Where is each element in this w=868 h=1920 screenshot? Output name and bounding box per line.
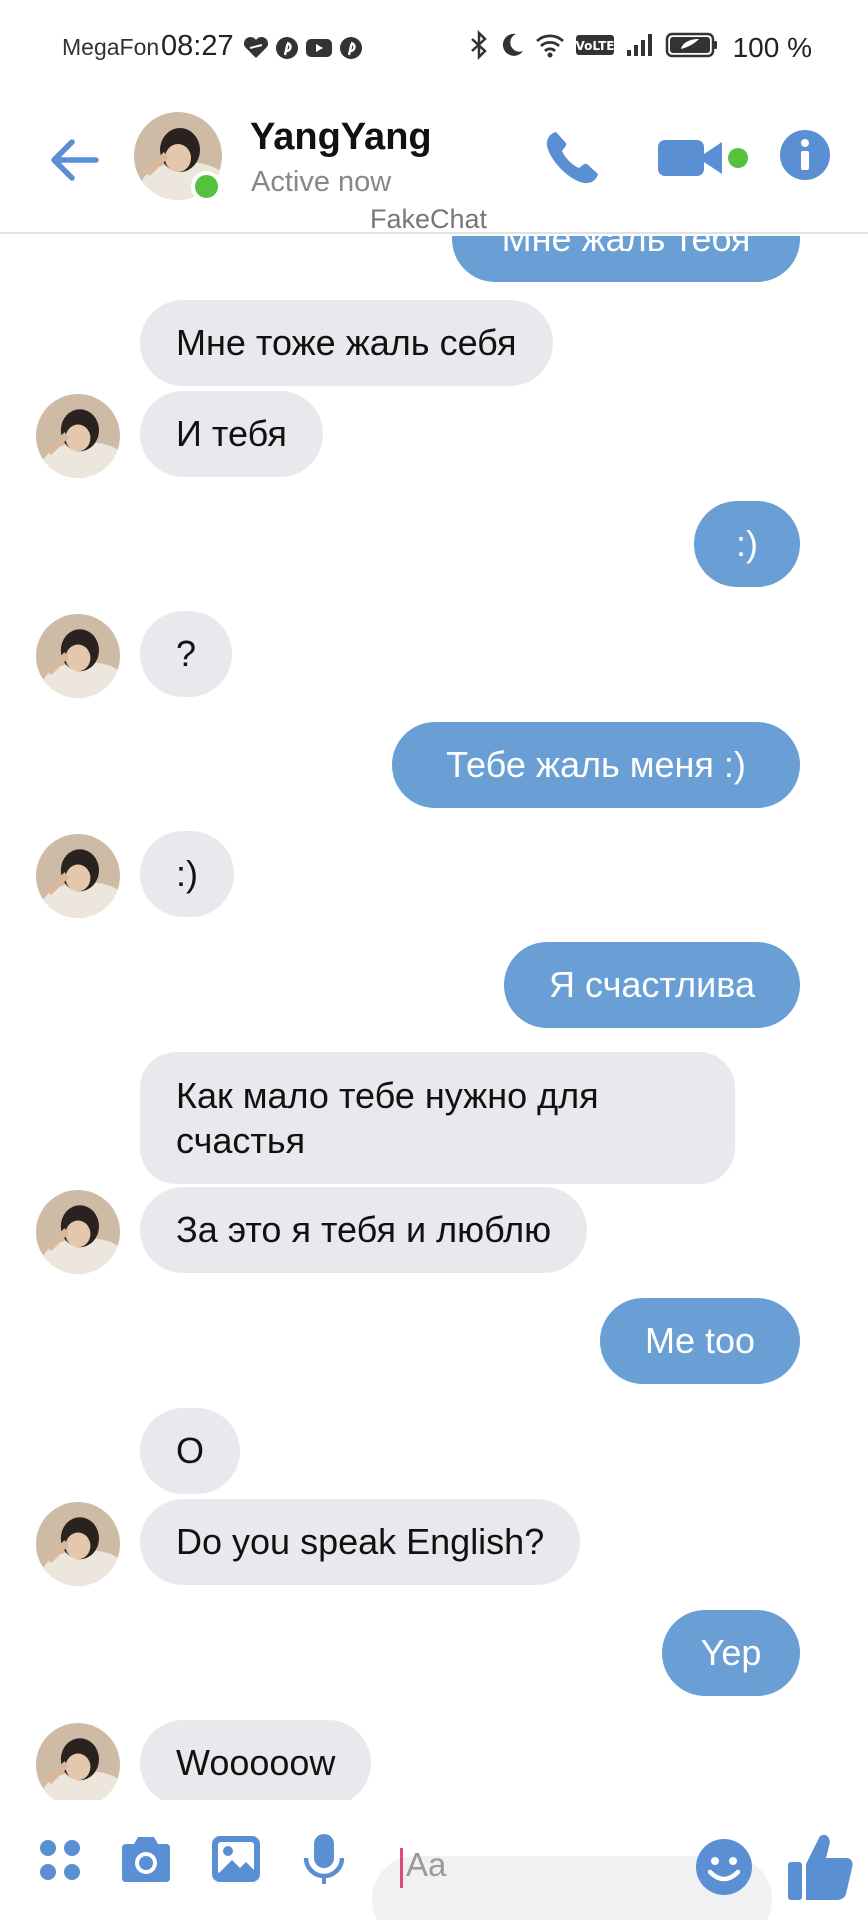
incoming-message[interactable]: За это я тебя и люблю bbox=[140, 1187, 588, 1273]
camera-icon bbox=[122, 1837, 170, 1882]
video-camera-icon bbox=[658, 140, 748, 176]
incoming-message[interactable]: Мне тоже жаль себя bbox=[140, 300, 553, 386]
gallery-button[interactable] bbox=[210, 1834, 262, 1889]
status-bar: MegaFon 08:27 VoLTE 100 % bbox=[0, 0, 868, 96]
outgoing-message[interactable]: :) bbox=[694, 501, 800, 587]
outgoing-message[interactable]: Я счастлива bbox=[504, 942, 800, 1028]
contact-name[interactable]: YangYang bbox=[250, 116, 432, 159]
outgoing-message[interactable]: Тебе жаль меня :) bbox=[392, 722, 800, 808]
pinterest-icon bbox=[275, 36, 299, 60]
incoming-message[interactable]: Wooooow bbox=[140, 1720, 372, 1800]
contact-avatar-small bbox=[36, 834, 120, 918]
info-icon bbox=[780, 130, 830, 180]
chat-screen: MegaFon 08:27 VoLTE 100 % YangYang Activ… bbox=[0, 0, 868, 1920]
bluetooth-icon bbox=[469, 29, 489, 65]
incoming-message[interactable]: Как мало тебе нужно для счастья bbox=[140, 1052, 735, 1184]
online-indicator bbox=[191, 171, 222, 202]
heart-icon bbox=[243, 36, 269, 60]
outgoing-message[interactable]: Yep bbox=[662, 1610, 800, 1696]
battery-percent: 100 % bbox=[732, 31, 812, 63]
carrier-label: MegaFon bbox=[62, 34, 160, 60]
chat-header: YangYang Active now FakeChat bbox=[0, 96, 868, 234]
camera-button[interactable] bbox=[118, 1834, 174, 1889]
incoming-message[interactable]: Do you speak English? bbox=[140, 1499, 581, 1585]
contact-avatar-small bbox=[36, 1723, 120, 1800]
like-button[interactable] bbox=[786, 1830, 856, 1907]
thumbs-up-icon bbox=[788, 1834, 853, 1900]
incoming-message[interactable]: O bbox=[140, 1408, 241, 1494]
watermark-label: FakeChat bbox=[370, 204, 488, 234]
info-button[interactable] bbox=[780, 130, 830, 180]
svg-text:VoLTE: VoLTE bbox=[575, 39, 614, 53]
image-icon bbox=[212, 1836, 260, 1882]
contact-avatar-small bbox=[36, 614, 120, 698]
voice-call-button[interactable] bbox=[542, 126, 604, 188]
outgoing-message[interactable]: Мне жаль тебя bbox=[452, 236, 800, 282]
microphone-icon bbox=[303, 1834, 345, 1884]
contact-avatar-small bbox=[36, 1502, 120, 1586]
wifi-icon bbox=[535, 31, 565, 64]
contact-avatar-small bbox=[36, 1190, 120, 1274]
moon-icon bbox=[499, 31, 525, 64]
notification-icons bbox=[243, 36, 363, 60]
video-call-button[interactable] bbox=[656, 134, 752, 184]
pinterest-icon bbox=[339, 36, 363, 60]
volte-icon: VoLTE bbox=[575, 33, 615, 62]
emoji-button[interactable] bbox=[695, 1838, 753, 1901]
battery-icon bbox=[665, 31, 719, 64]
system-icons: VoLTE 100 % bbox=[469, 29, 812, 65]
apps-icon bbox=[40, 1840, 80, 1880]
incoming-message[interactable]: ? bbox=[140, 611, 233, 697]
apps-button[interactable] bbox=[36, 1836, 84, 1889]
phone-icon bbox=[546, 132, 598, 184]
outgoing-message[interactable]: Me too bbox=[600, 1298, 800, 1384]
message-input-placeholder: Aa bbox=[406, 1846, 447, 1883]
signal-icon bbox=[625, 32, 655, 63]
contact-avatar-small bbox=[36, 394, 120, 478]
incoming-message[interactable]: И тебя bbox=[140, 391, 323, 477]
contact-status: Active now bbox=[251, 166, 392, 198]
message-list[interactable]: Мне жаль тебя Мне тоже жаль себя И тебя … bbox=[0, 236, 868, 1800]
youtube-icon bbox=[305, 36, 333, 60]
voice-message-button[interactable] bbox=[302, 1832, 346, 1893]
text-cursor bbox=[400, 1848, 403, 1888]
arrow-left-icon bbox=[51, 139, 99, 181]
clock: 08:27 bbox=[161, 30, 234, 62]
back-button[interactable] bbox=[46, 132, 102, 188]
emoji-icon bbox=[696, 1839, 752, 1895]
incoming-message[interactable]: :) bbox=[140, 831, 234, 917]
